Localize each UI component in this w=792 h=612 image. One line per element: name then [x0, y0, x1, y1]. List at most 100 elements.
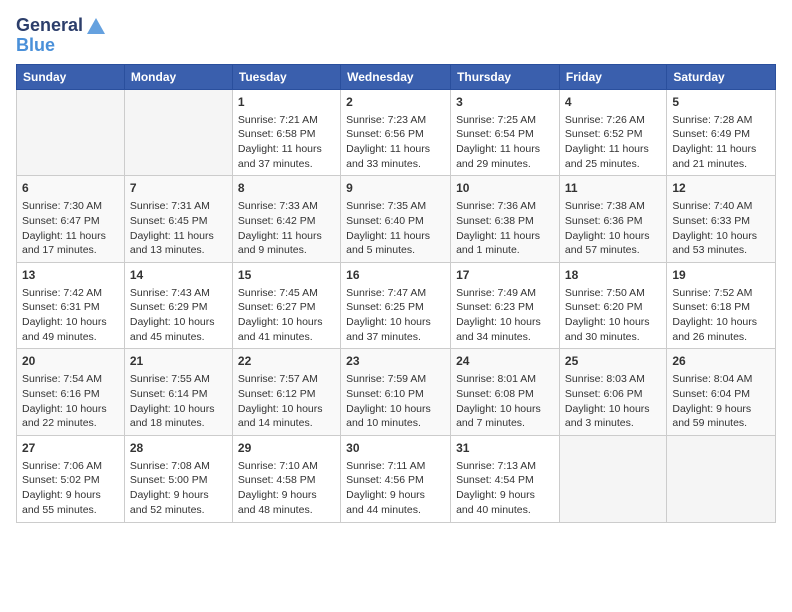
logo-text-general: General — [16, 16, 83, 36]
calendar-cell: 4Sunrise: 7:26 AMSunset: 6:52 PMDaylight… — [559, 89, 666, 176]
calendar-cell: 26 Sunrise: 8:04 AMSunset: 6:04 PMDayligh… — [667, 349, 776, 436]
day-detail: Sunrise: 7:54 AMSunset: 6:16 PMDaylight:… — [22, 372, 119, 431]
day-number: 29 — [238, 440, 335, 457]
day-number: 13 — [22, 267, 119, 284]
weekday-header-sunday: Sunday — [17, 64, 125, 89]
calendar-week-4: 20 Sunrise: 7:54 AMSunset: 6:16 PMDayligh… — [17, 349, 776, 436]
calendar-cell: 15Sunrise: 7:45 AMSunset: 6:27 PMDayligh… — [232, 262, 340, 349]
day-number: 8 — [238, 180, 335, 197]
calendar-header-row: SundayMondayTuesdayWednesdayThursdayFrid… — [17, 64, 776, 89]
calendar-cell: 3 Sunrise: 7:25 AMSunset: 6:54 PMDaylight… — [451, 89, 560, 176]
day-number: 6 — [22, 180, 119, 197]
calendar-week-2: 6 Sunrise: 7:30 AMSunset: 6:47 PMDaylight… — [17, 176, 776, 263]
day-detail: Sunrise: 8:01 AMSunset: 6:08 PMDaylight:… — [456, 372, 554, 431]
calendar-week-5: 27 Sunrise: 7:06 AMSunset: 5:02 PMDayligh… — [17, 435, 776, 522]
calendar-table: SundayMondayTuesdayWednesdayThursdayFrid… — [16, 64, 776, 523]
day-detail: Sunrise: 7:43 AMSunset: 6:29 PMDaylight:… — [130, 286, 227, 345]
day-number: 17 — [456, 267, 554, 284]
calendar-cell: 29 Sunrise: 7:10 AMSunset: 4:58 PMDayligh… — [232, 435, 340, 522]
day-number: 28 — [130, 440, 227, 457]
day-detail: Sunrise: 8:03 AMSunset: 6:06 PMDaylight:… — [565, 372, 661, 431]
calendar-cell: 12 Sunrise: 7:40 AMSunset: 6:33 PMDayligh… — [667, 176, 776, 263]
calendar-cell: 28 Sunrise: 7:08 AMSunset: 5:00 PMDayligh… — [124, 435, 232, 522]
day-detail: Sunrise: 7:25 AMSunset: 6:54 PMDaylight:… — [456, 113, 554, 172]
day-number: 21 — [130, 353, 227, 370]
calendar-cell: 30 Sunrise: 7:11 AMSunset: 4:56 PMDayligh… — [341, 435, 451, 522]
calendar-cell: 20 Sunrise: 7:54 AMSunset: 6:16 PMDayligh… — [17, 349, 125, 436]
day-number: 10 — [456, 180, 554, 197]
day-detail: Sunrise: 7:06 AMSunset: 5:02 PMDaylight:… — [22, 459, 119, 518]
day-detail: Sunrise: 7:40 AMSunset: 6:33 PMDaylight:… — [672, 199, 770, 258]
calendar-cell: 13Sunrise: 7:42 AMSunset: 6:31 PMDayligh… — [17, 262, 125, 349]
day-number: 14 — [130, 267, 227, 284]
calendar-cell: 11Sunrise: 7:38 AMSunset: 6:36 PMDayligh… — [559, 176, 666, 263]
calendar-cell: 2 Sunrise: 7:23 AMSunset: 6:56 PMDaylight… — [341, 89, 451, 176]
day-number: 23 — [346, 353, 445, 370]
day-number: 12 — [672, 180, 770, 197]
day-detail: Sunrise: 7:55 AMSunset: 6:14 PMDaylight:… — [130, 372, 227, 431]
day-number: 2 — [346, 94, 445, 111]
day-number: 9 — [346, 180, 445, 197]
day-number: 31 — [456, 440, 554, 457]
calendar-cell: 24 Sunrise: 8:01 AMSunset: 6:08 PMDayligh… — [451, 349, 560, 436]
logo-icon — [85, 16, 107, 36]
calendar-cell: 23 Sunrise: 7:59 AMSunset: 6:10 PMDayligh… — [341, 349, 451, 436]
calendar-cell: 10 Sunrise: 7:36 AMSunset: 6:38 PMDayligh… — [451, 176, 560, 263]
day-detail: Sunrise: 8:04 AMSunset: 6:04 PMDaylight:… — [672, 372, 770, 431]
day-number: 24 — [456, 353, 554, 370]
day-detail: Sunrise: 7:08 AMSunset: 5:00 PMDaylight:… — [130, 459, 227, 518]
day-detail: Sunrise: 7:13 AMSunset: 4:54 PMDaylight:… — [456, 459, 554, 518]
day-number: 20 — [22, 353, 119, 370]
header: General Blue — [16, 16, 776, 56]
day-number: 3 — [456, 94, 554, 111]
day-detail: Sunrise: 7:57 AMSunset: 6:12 PMDaylight:… — [238, 372, 335, 431]
weekday-header-thursday: Thursday — [451, 64, 560, 89]
weekday-header-monday: Monday — [124, 64, 232, 89]
day-number: 18 — [565, 267, 661, 284]
calendar-cell: 19Sunrise: 7:52 AMSunset: 6:18 PMDayligh… — [667, 262, 776, 349]
day-number: 7 — [130, 180, 227, 197]
calendar-cell: 8Sunrise: 7:33 AMSunset: 6:42 PMDaylight… — [232, 176, 340, 263]
day-detail: Sunrise: 7:50 AMSunset: 6:20 PMDaylight:… — [565, 286, 661, 345]
calendar-cell: 14 Sunrise: 7:43 AMSunset: 6:29 PMDayligh… — [124, 262, 232, 349]
day-number: 16 — [346, 267, 445, 284]
calendar-cell: 7 Sunrise: 7:31 AMSunset: 6:45 PMDaylight… — [124, 176, 232, 263]
calendar-cell: 31 Sunrise: 7:13 AMSunset: 4:54 PMDayligh… — [451, 435, 560, 522]
day-number: 1 — [238, 94, 335, 111]
page: General Blue SundayMondayTuesdayWednesda… — [0, 0, 792, 612]
calendar-cell: 6 Sunrise: 7:30 AMSunset: 6:47 PMDaylight… — [17, 176, 125, 263]
calendar-cell — [559, 435, 666, 522]
day-detail: Sunrise: 7:23 AMSunset: 6:56 PMDaylight:… — [346, 113, 445, 172]
day-number: 4 — [565, 94, 661, 111]
weekday-header-tuesday: Tuesday — [232, 64, 340, 89]
calendar-cell: 21 Sunrise: 7:55 AMSunset: 6:14 PMDayligh… — [124, 349, 232, 436]
calendar-cell: 27 Sunrise: 7:06 AMSunset: 5:02 PMDayligh… — [17, 435, 125, 522]
day-number: 22 — [238, 353, 335, 370]
day-detail: Sunrise: 7:31 AMSunset: 6:45 PMDaylight:… — [130, 199, 227, 258]
day-detail: Sunrise: 7:28 AMSunset: 6:49 PMDaylight:… — [672, 113, 770, 172]
calendar-cell: 9 Sunrise: 7:35 AMSunset: 6:40 PMDaylight… — [341, 176, 451, 263]
day-detail: Sunrise: 7:59 AMSunset: 6:10 PMDaylight:… — [346, 372, 445, 431]
day-detail: Sunrise: 7:35 AMSunset: 6:40 PMDaylight:… — [346, 199, 445, 258]
calendar-cell: 25 Sunrise: 8:03 AMSunset: 6:06 PMDayligh… — [559, 349, 666, 436]
day-detail: Sunrise: 7:10 AMSunset: 4:58 PMDaylight:… — [238, 459, 335, 518]
day-number: 26 — [672, 353, 770, 370]
day-number: 5 — [672, 94, 770, 111]
day-number: 25 — [565, 353, 661, 370]
day-detail: Sunrise: 7:36 AMSunset: 6:38 PMDaylight:… — [456, 199, 554, 258]
day-detail: Sunrise: 7:11 AMSunset: 4:56 PMDaylight:… — [346, 459, 445, 518]
calendar-cell: 22 Sunrise: 7:57 AMSunset: 6:12 PMDayligh… — [232, 349, 340, 436]
logo: General Blue — [16, 16, 107, 56]
weekday-header-wednesday: Wednesday — [341, 64, 451, 89]
day-detail: Sunrise: 7:45 AMSunset: 6:27 PMDaylight:… — [238, 286, 335, 345]
calendar-cell — [124, 89, 232, 176]
day-detail: Sunrise: 7:30 AMSunset: 6:47 PMDaylight:… — [22, 199, 119, 258]
day-detail: Sunrise: 7:21 AMSunset: 6:58 PMDaylight:… — [238, 113, 335, 172]
day-number: 27 — [22, 440, 119, 457]
calendar-cell: 17 Sunrise: 7:49 AMSunset: 6:23 PMDayligh… — [451, 262, 560, 349]
day-number: 30 — [346, 440, 445, 457]
day-detail: Sunrise: 7:49 AMSunset: 6:23 PMDaylight:… — [456, 286, 554, 345]
calendar-cell: 1 Sunrise: 7:21 AMSunset: 6:58 PMDaylight… — [232, 89, 340, 176]
day-number: 19 — [672, 267, 770, 284]
calendar-cell: 18 Sunrise: 7:50 AMSunset: 6:20 PMDayligh… — [559, 262, 666, 349]
